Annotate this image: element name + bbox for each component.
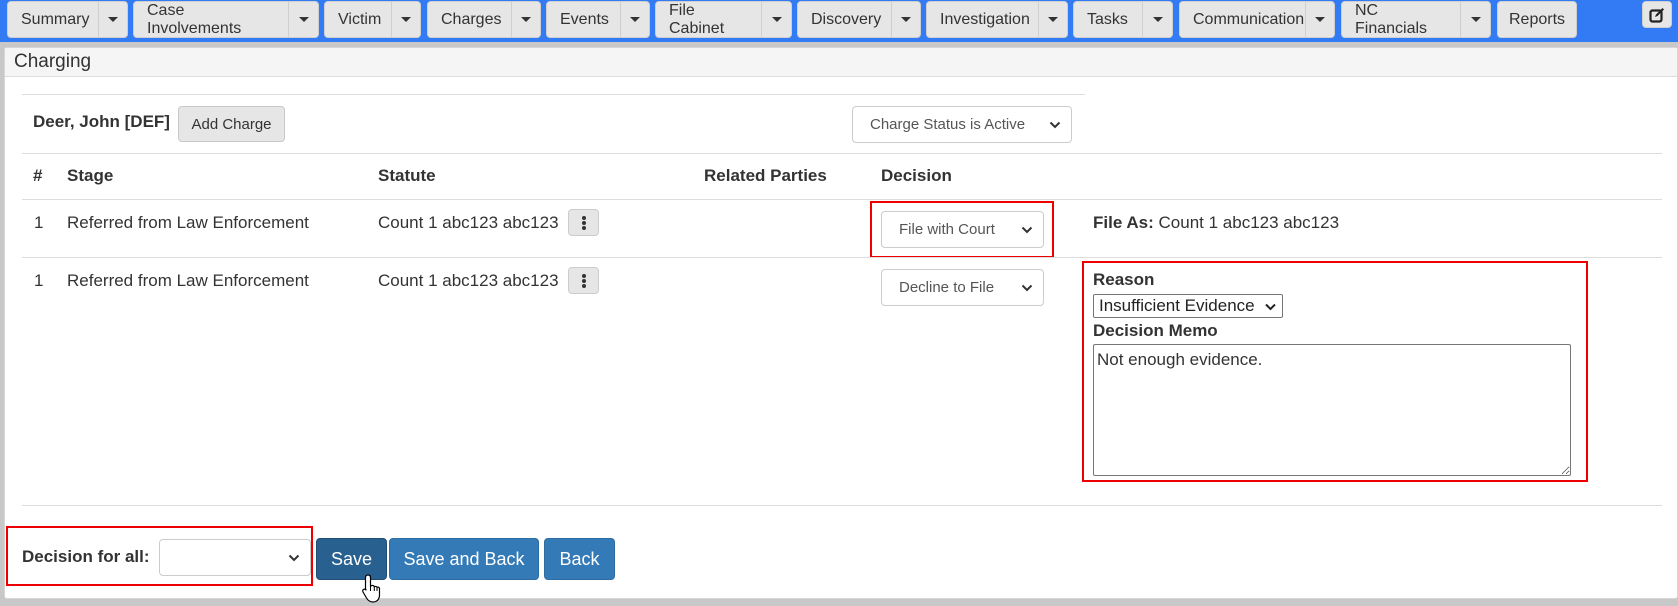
- add-charge-button[interactable]: Add Charge: [178, 106, 285, 142]
- caret-down-icon: [108, 17, 118, 22]
- divider: [22, 153, 1662, 154]
- nav-reports-button[interactable]: Reports: [1498, 2, 1576, 37]
- kebab-menu-icon: [581, 215, 586, 230]
- caret-down-icon: [298, 17, 309, 22]
- back-button[interactable]: Back: [544, 538, 615, 580]
- row-number: 1: [34, 271, 44, 290]
- nav-summary-dropdown[interactable]: [98, 2, 127, 37]
- divider: [22, 199, 1662, 200]
- decision-for-all-select[interactable]: [159, 539, 311, 576]
- column-header-decision: Decision: [881, 166, 952, 185]
- nav-victim: Victim: [324, 1, 421, 38]
- decision-memo-label: Decision Memo: [1093, 321, 1218, 340]
- nav-nc-financials-dropdown[interactable]: [1460, 2, 1490, 37]
- chevron-down-icon: [1049, 121, 1061, 128]
- defendant-name: Deer, John [DEF]: [33, 112, 170, 131]
- caret-down-icon: [630, 17, 640, 22]
- hand-cursor-icon: [362, 574, 381, 603]
- decision-memo-textarea[interactable]: [1093, 344, 1571, 476]
- save-and-back-button[interactable]: Save and Back: [389, 538, 539, 580]
- file-as-label: File As:: [1093, 213, 1154, 232]
- charge-status-filter-value: Charge Status is Active: [870, 116, 1026, 133]
- nav-summary: Summary: [7, 1, 128, 38]
- nav-charges-button[interactable]: Charges: [428, 2, 511, 37]
- nav-charges: Charges: [427, 1, 541, 38]
- caret-down-icon: [1315, 17, 1325, 22]
- edit-button[interactable]: [1642, 1, 1672, 28]
- statute-actions-button[interactable]: [568, 267, 599, 294]
- reason-label: Reason: [1093, 270, 1155, 289]
- caret-down-icon: [1470, 17, 1481, 22]
- caret-down-icon: [901, 17, 911, 22]
- column-header-number: #: [33, 166, 43, 185]
- decision-select[interactable]: Decline to File: [881, 269, 1044, 306]
- nav-events-dropdown[interactable]: [620, 2, 649, 37]
- divider: [22, 257, 1662, 258]
- caret-down-icon: [1152, 17, 1163, 22]
- file-as-value: Count 1 abc123 abc123: [1158, 213, 1340, 232]
- nav-nc-financials: NC Financials: [1341, 1, 1491, 38]
- row-statute: Count 1 abc123 abc123: [378, 271, 559, 290]
- panel-title: Charging: [5, 48, 1677, 77]
- decision-select-value: Decline to File: [899, 279, 995, 296]
- decision-select-value: File with Court: [899, 221, 995, 238]
- edit-square-icon: [1649, 7, 1664, 23]
- chevron-down-icon: [1265, 303, 1276, 311]
- nav-tasks-button[interactable]: Tasks: [1074, 2, 1142, 37]
- nav-communication-button[interactable]: Communication: [1180, 2, 1305, 37]
- nav-events: Events: [546, 1, 650, 38]
- nav-investigation-button[interactable]: Investigation: [927, 2, 1038, 37]
- nav-communication: Communication: [1179, 1, 1335, 38]
- nav-case-involvements: Case Involvements: [133, 1, 319, 38]
- decision-for-all-label: Decision for all:: [22, 547, 150, 566]
- charge-status-filter-select[interactable]: Charge Status is Active: [852, 106, 1072, 143]
- chevron-down-icon: [288, 554, 300, 561]
- nav-nc-financials-button[interactable]: NC Financials: [1342, 2, 1460, 37]
- charging-panel: Charging Deer, John [DEF] Add Charge Cha…: [4, 47, 1678, 603]
- caret-down-icon: [1048, 17, 1058, 22]
- nav-discovery-button[interactable]: Discovery: [798, 2, 891, 37]
- caret-down-icon: [521, 17, 531, 22]
- nav-tasks-dropdown[interactable]: [1142, 2, 1172, 37]
- nav-tasks: Tasks: [1073, 1, 1173, 38]
- kebab-menu-icon: [581, 273, 586, 288]
- divider: [22, 94, 1085, 95]
- nav-victim-dropdown[interactable]: [391, 2, 420, 37]
- statute-actions-button[interactable]: [568, 209, 599, 236]
- nav-file-cabinet: File Cabinet: [655, 1, 792, 38]
- nav-discovery-dropdown[interactable]: [891, 2, 920, 37]
- nav-case-involvements-dropdown[interactable]: [288, 2, 318, 37]
- chevron-down-icon: [1021, 284, 1033, 291]
- caret-down-icon: [401, 17, 411, 22]
- top-nav-bar: Summary Case Involvements Victim Charges…: [0, 0, 1678, 42]
- nav-case-involvements-button[interactable]: Case Involvements: [134, 2, 288, 37]
- column-header-related-parties: Related Parties: [704, 166, 827, 185]
- file-as: File As: Count 1 abc123 abc123: [1093, 213, 1339, 233]
- nav-victim-button[interactable]: Victim: [325, 2, 391, 37]
- reason-select-value: Insufficient Evidence: [1099, 296, 1255, 315]
- nav-discovery: Discovery: [797, 1, 921, 38]
- row-statute: Count 1 abc123 abc123: [378, 213, 559, 232]
- row-number: 1: [34, 213, 44, 232]
- reason-select[interactable]: Insufficient Evidence: [1093, 294, 1283, 318]
- row-stage: Referred from Law Enforcement: [67, 213, 309, 232]
- nav-charges-dropdown[interactable]: [511, 2, 540, 37]
- nav-investigation-dropdown[interactable]: [1038, 2, 1067, 37]
- nav-file-cabinet-button[interactable]: File Cabinet: [656, 2, 761, 37]
- column-header-statute: Statute: [378, 166, 436, 185]
- column-header-stage: Stage: [67, 166, 114, 185]
- nav-summary-button[interactable]: Summary: [8, 2, 98, 37]
- nav-communication-dropdown[interactable]: [1305, 2, 1334, 37]
- divider: [22, 505, 1662, 506]
- nav-events-button[interactable]: Events: [547, 2, 620, 37]
- nav-file-cabinet-dropdown[interactable]: [761, 2, 791, 37]
- nav-reports: Reports: [1497, 1, 1577, 38]
- row-stage: Referred from Law Enforcement: [67, 271, 309, 290]
- caret-down-icon: [771, 17, 782, 22]
- decision-select[interactable]: File with Court: [881, 211, 1044, 248]
- nav-investigation: Investigation: [926, 1, 1068, 38]
- chevron-down-icon: [1021, 226, 1033, 233]
